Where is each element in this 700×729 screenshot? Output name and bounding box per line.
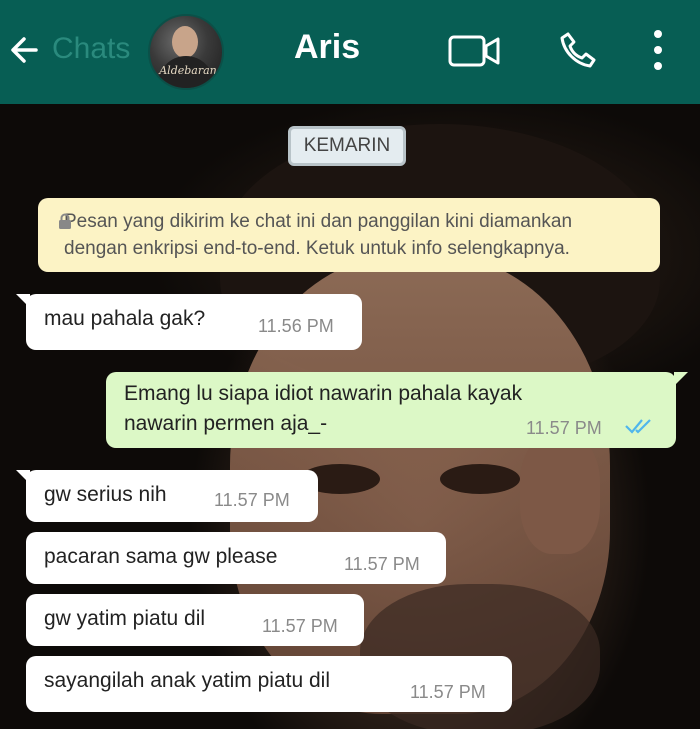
message-time: 11.56 PM [258, 316, 334, 336]
message-text: mau pahala gak? [44, 307, 206, 330]
message-text: pacaran sama gw please [44, 545, 278, 568]
date-separator: KEMARIN [288, 126, 406, 166]
message-time: 11.57 PM [410, 682, 486, 702]
encryption-notice[interactable]: Pesan yang dikirim ke chat ini dan pangg… [38, 198, 660, 272]
video-call-icon[interactable] [448, 33, 502, 69]
message-time: 11.57 PM [344, 554, 420, 574]
encryption-notice-line2: dengan enkripsi end-to-end. Ketuk untuk … [64, 238, 570, 259]
avatar-caption: Aldebaran [159, 64, 217, 77]
message-incoming[interactable]: sayangilah anak yatim piatu dil 11.57 PM [26, 656, 512, 712]
message-incoming[interactable]: gw yatim piatu dil 11.57 PM [26, 594, 364, 646]
lock-icon [59, 213, 71, 229]
message-text: sayangilah anak yatim piatu dil [44, 669, 331, 692]
message-text: gw serius nih [44, 483, 167, 506]
encryption-notice-line1: Pesan yang dikirim ke chat ini dan pangg… [64, 211, 573, 232]
message-time: 11.57 PM [214, 490, 290, 510]
message-incoming[interactable]: mau pahala gak? 11.56 PM [16, 294, 362, 350]
back-label[interactable]: Chats [52, 32, 130, 66]
contact-name[interactable]: Aris [294, 28, 360, 67]
phone-icon[interactable] [558, 30, 598, 70]
message-incoming[interactable]: pacaran sama gw please 11.57 PM [26, 532, 446, 584]
chat-area[interactable]: KEMARIN Pesan yang dikirim ke chat ini d… [0, 104, 700, 729]
back-button[interactable] [6, 30, 50, 70]
back-arrow-icon[interactable] [6, 30, 50, 70]
message-time: 11.57 PM [526, 418, 602, 438]
read-ticks-icon [625, 419, 651, 434]
message-text-line2: nawarin permen aja_- [124, 412, 328, 435]
message-text-line1: Emang lu siapa idiot nawarin pahala kaya… [124, 382, 523, 405]
more-options-icon[interactable] [648, 28, 668, 72]
message-outgoing[interactable]: Emang lu siapa idiot nawarin pahala kaya… [106, 372, 688, 448]
message-text: gw yatim piatu dil [44, 607, 206, 630]
message-time: 11.57 PM [262, 616, 338, 636]
avatar[interactable]: Aldebaran [148, 14, 224, 90]
chat-header: Chats Aldebaran Aris [0, 0, 700, 104]
message-incoming[interactable]: gw serius nih 11.57 PM [16, 470, 318, 522]
